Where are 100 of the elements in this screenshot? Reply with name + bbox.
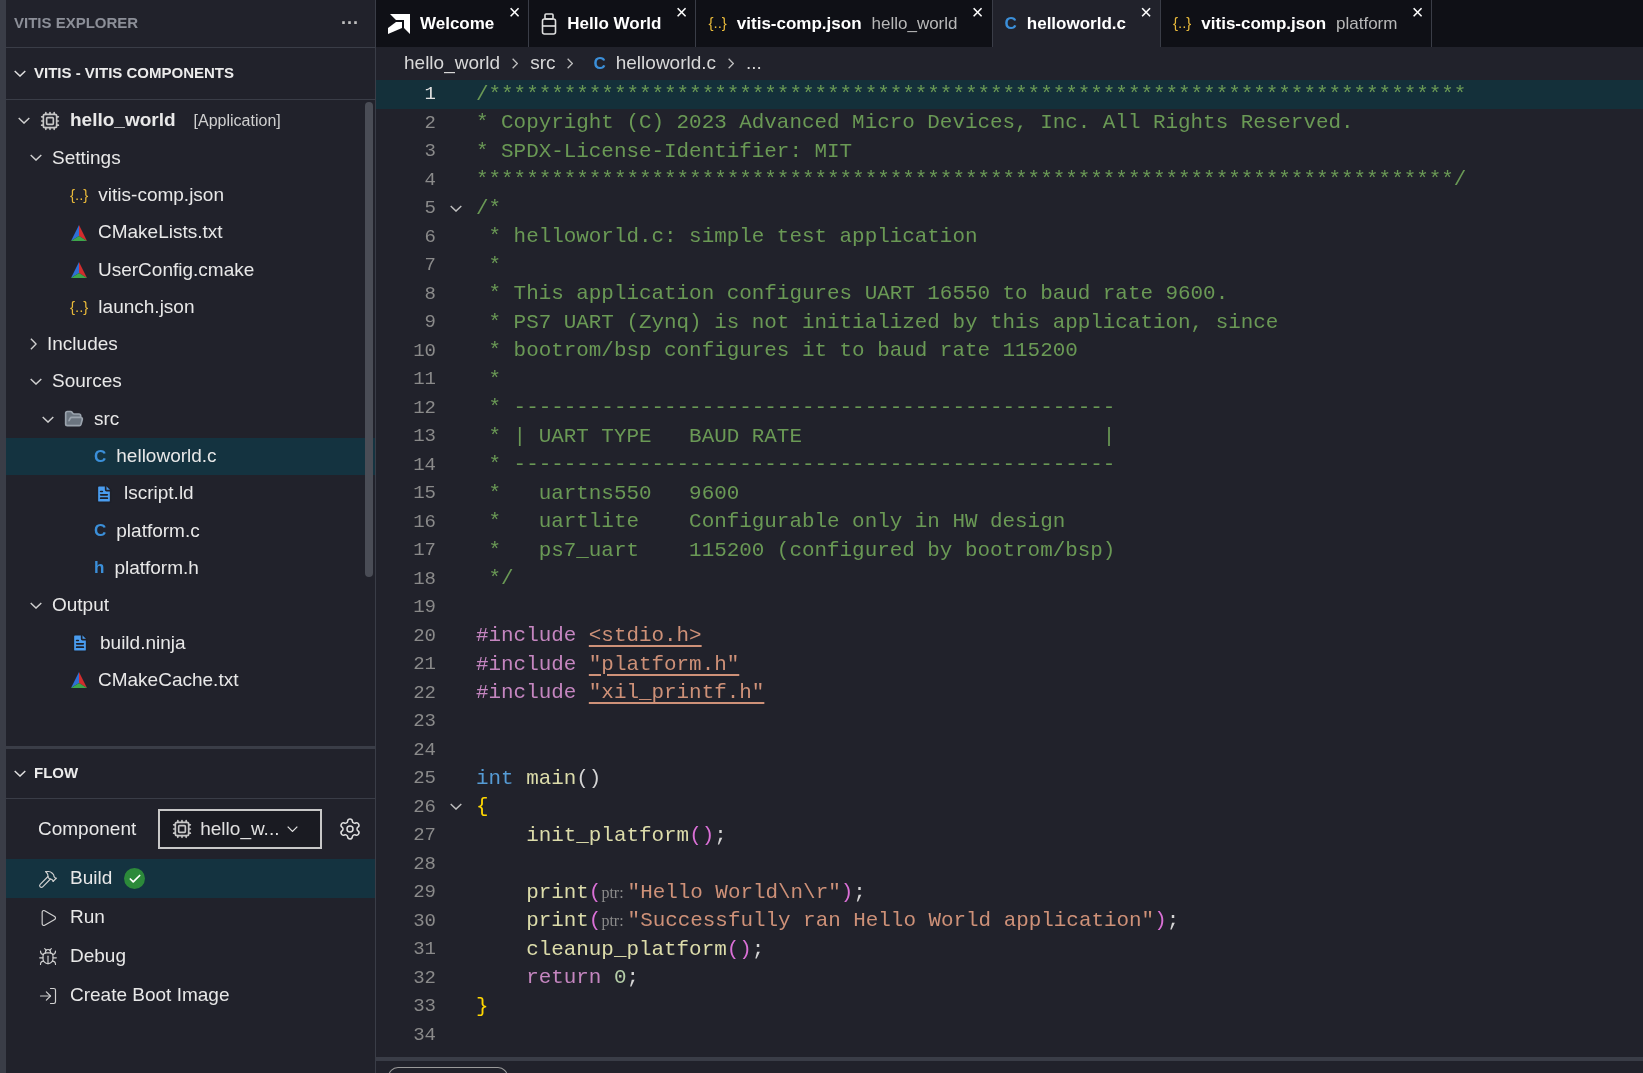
tree-item[interactable]: {..} launch.json xyxy=(6,288,375,326)
code-line: /****************************************************************************** xyxy=(476,81,1467,108)
breadcrumb-item[interactable]: ... xyxy=(746,49,762,78)
code-line: cleanup_platform(); xyxy=(525,936,765,963)
line-number: 20 xyxy=(412,623,436,649)
c-file-icon: C xyxy=(593,50,606,77)
chip-icon xyxy=(172,819,193,839)
item-label: CMakeLists.txt xyxy=(98,220,223,245)
fold-icon[interactable] xyxy=(450,803,462,811)
flow-action[interactable]: Debug xyxy=(6,937,375,976)
editor-tab[interactable]: Hello World × xyxy=(529,0,697,47)
item-label: helloworld.c xyxy=(116,444,217,469)
folder-icon xyxy=(64,409,84,429)
line-number: 32 xyxy=(412,965,436,991)
tab-label: Hello World xyxy=(567,12,662,35)
close-button[interactable]: × xyxy=(971,2,984,22)
code-line: } xyxy=(476,993,489,1020)
tree-item[interactable]: Sources xyxy=(6,363,375,401)
breadcrumb-item[interactable]: hello_world xyxy=(404,49,501,78)
line-number: 13 xyxy=(412,424,436,449)
scrollbar[interactable] xyxy=(365,102,373,577)
component-dropdown[interactable]: hello_w... xyxy=(158,809,323,849)
tree-item[interactable]: {..} vitis-comp.json xyxy=(6,176,375,214)
editor-tab[interactable]: Welcome × xyxy=(376,0,530,47)
code-line: print(ptr: "Successfully ran Hello World application"); xyxy=(525,908,1180,935)
tree-item[interactable]: hello_world [Application] xyxy=(6,102,375,140)
section-header[interactable]: FLOW xyxy=(6,749,375,799)
close-button[interactable]: × xyxy=(675,2,688,22)
settings-icon[interactable] xyxy=(338,817,363,841)
line-number: 10 xyxy=(412,338,436,364)
tree-item[interactable]: Includes xyxy=(6,325,375,364)
line-number: 12 xyxy=(412,395,436,421)
chevron-right-icon xyxy=(728,58,735,69)
line-number: 29 xyxy=(412,880,436,905)
item-label: Includes xyxy=(47,332,118,357)
chevron-down-icon xyxy=(14,770,26,777)
line-number: 6 xyxy=(423,224,436,250)
item-label: build.ninja xyxy=(100,630,186,655)
line-number: 1 xyxy=(423,82,436,107)
line-number: 8 xyxy=(423,281,436,307)
line-number: 28 xyxy=(412,851,436,877)
tab-label: Welcome xyxy=(420,12,495,35)
line-number: 16 xyxy=(412,509,436,535)
item-label: Sources xyxy=(52,369,122,394)
tree-item[interactable]: h platform.h xyxy=(6,549,375,587)
line-number: 22 xyxy=(412,680,436,706)
close-button[interactable]: × xyxy=(508,2,521,22)
triangle-icon xyxy=(70,260,88,279)
item-label: launch.json xyxy=(98,294,195,319)
close-button[interactable]: × xyxy=(1411,2,1424,22)
code-line: * | UART TYPE BAUD RATE | xyxy=(487,423,1116,450)
fold-icon[interactable] xyxy=(450,204,462,212)
tree-item[interactable]: C platform.c xyxy=(6,512,375,550)
code-line: init_platform(); xyxy=(525,822,727,849)
breadcrumb-item[interactable]: C helloworld.c xyxy=(585,49,717,78)
section-title: FLOW xyxy=(34,763,79,784)
code-line: #include "xil_printf.h" xyxy=(476,680,765,707)
c-file-icon: C xyxy=(94,518,107,544)
flow-action[interactable]: Run xyxy=(6,898,375,937)
line-number: 26 xyxy=(412,794,436,820)
jar-icon xyxy=(541,12,558,35)
action-label: Debug xyxy=(70,944,126,969)
tree-item[interactable]: CMakeCache.txt xyxy=(6,661,375,699)
flow-action[interactable]: Build xyxy=(6,859,375,898)
item-label: hello_world xyxy=(70,108,176,133)
line-number: 4 xyxy=(423,167,436,193)
tree-item[interactable]: CMakeLists.txt xyxy=(6,213,375,252)
code-line: ******************************************************************************/ xyxy=(476,167,1467,194)
chevron-right-icon xyxy=(512,58,519,69)
section-header[interactable]: VITIS - VITIS COMPONENTS xyxy=(6,48,375,100)
editor-tab[interactable]: {..} vitis-comp.json hello_world × xyxy=(696,0,993,47)
flow-action[interactable]: Create Boot Image xyxy=(6,976,375,1015)
item-label: lscript.ld xyxy=(124,481,194,506)
chevron-down-icon xyxy=(18,117,30,125)
chevron-down-icon xyxy=(30,378,42,386)
chevron-right-icon xyxy=(30,338,37,351)
tree-item[interactable]: build.ninja xyxy=(6,624,375,662)
action-label: Build xyxy=(70,866,113,891)
tree-item[interactable]: lscript.ld xyxy=(6,474,375,513)
editor-tab[interactable]: {..} vitis-comp.json platform × xyxy=(1161,0,1433,47)
editor-tab[interactable]: C helloworld.c × xyxy=(992,0,1161,47)
line-number: 23 xyxy=(412,709,436,734)
tree-item[interactable]: UserConfig.cmake xyxy=(6,251,375,289)
tree-item[interactable]: C helloworld.c xyxy=(6,437,375,475)
tree-item[interactable]: Output xyxy=(6,586,375,625)
bug-icon xyxy=(38,946,58,967)
tree-item[interactable]: Settings xyxy=(6,139,375,177)
item-label: UserConfig.cmake xyxy=(98,257,255,282)
code-line: int main() xyxy=(476,765,602,792)
more-button[interactable]: ··· xyxy=(333,10,367,37)
tab-label: vitis-comp.json xyxy=(1201,12,1327,35)
code-line: return 0; xyxy=(525,965,639,992)
tree-item[interactable]: src xyxy=(6,400,375,438)
line-number: 2 xyxy=(423,110,436,136)
hammer-icon xyxy=(38,868,58,889)
line-number: 3 xyxy=(423,139,436,164)
code-line: /* xyxy=(476,195,502,222)
code-line: * This application configures UART 16550 to baud rate 9600. xyxy=(487,281,1229,308)
close-button[interactable]: × xyxy=(1140,2,1152,22)
breadcrumb-item[interactable]: src xyxy=(530,49,556,78)
